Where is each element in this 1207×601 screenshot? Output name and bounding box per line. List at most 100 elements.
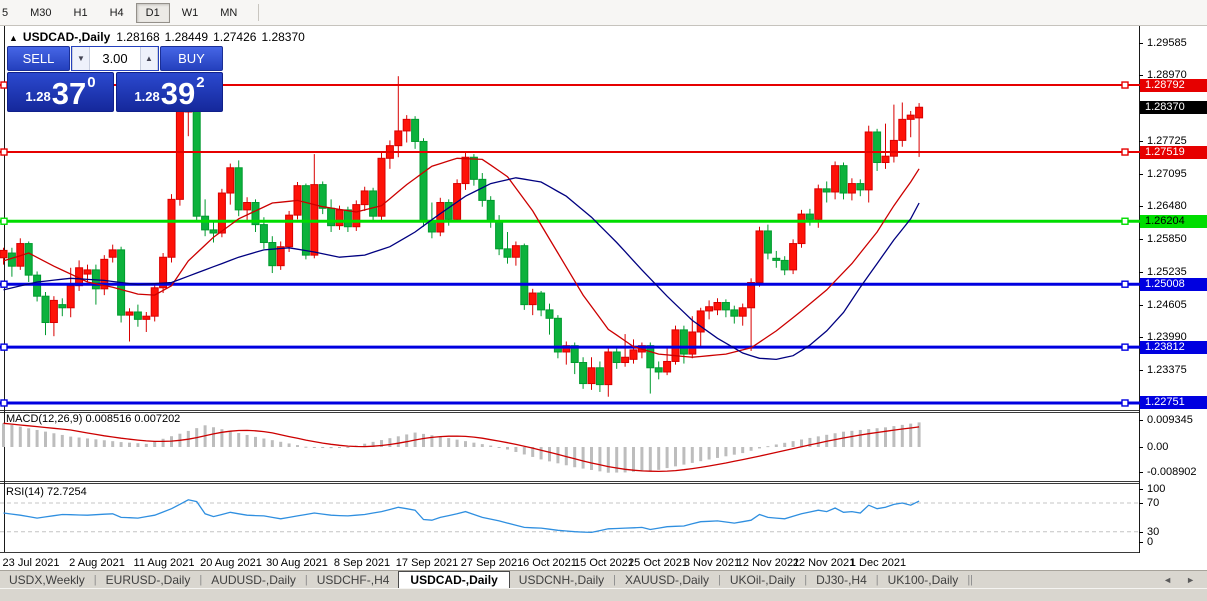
- chart-tab-xauusd[interactable]: XAUUSD-,Daily: [616, 572, 718, 589]
- chart-symbol-label: USDCAD-,Daily: [22, 30, 111, 44]
- price-tick-mark: [1139, 75, 1143, 77]
- price-tick-label: 1.29585: [1147, 36, 1187, 49]
- price-tick-mark: [1139, 369, 1143, 371]
- price-tick-mark: [1139, 206, 1143, 208]
- buy-price-big: 39: [160, 76, 196, 111]
- macd-tick-mark: [1139, 472, 1143, 474]
- price-tick-label: 1.25235: [1147, 265, 1187, 278]
- rsi-tick-mark: [1139, 531, 1143, 533]
- chart-tab-usdcnh[interactable]: USDCNH-,Daily: [510, 572, 613, 589]
- buy-button[interactable]: BUY: [160, 46, 223, 71]
- date-label: 15 Oct 2021: [574, 557, 634, 569]
- line-anchor-marker[interactable]: [0, 399, 8, 407]
- price-tick-label: 1.25850: [1147, 233, 1187, 246]
- sell-price-prefix: 1.28: [25, 89, 51, 104]
- price-tick-label: 1.26480: [1147, 200, 1187, 213]
- date-label: 30 Aug 2021: [266, 557, 328, 569]
- date-label: 17 Sep 2021: [395, 557, 459, 569]
- date-label: 22 Nov 2021: [792, 557, 856, 569]
- chart-tab-audusd[interactable]: AUDUSD-,Daily: [202, 572, 305, 589]
- line-anchor-marker[interactable]: [0, 148, 8, 156]
- date-label: 11 Aug 2021: [133, 557, 195, 569]
- price-line-badge: 1.26204: [1140, 214, 1207, 228]
- chart-tab-usdcad[interactable]: USDCAD-,Daily: [398, 571, 510, 589]
- date-label: 8 Sep 2021: [333, 557, 391, 569]
- macd-tick-label: 0.00: [1147, 440, 1169, 453]
- buy-price-sup: 2: [196, 74, 205, 91]
- price-tick-label: 1.24605: [1147, 298, 1187, 311]
- chart-tab-uk100[interactable]: UK100-,Daily: [879, 572, 968, 589]
- price-tick-mark: [1139, 140, 1143, 142]
- price-tick-mark: [1139, 304, 1143, 306]
- date-label: 1 Dec 2021: [849, 557, 907, 569]
- price-line-badge: 1.22751: [1140, 396, 1207, 410]
- chart-ohlc-readout: ▲ USDCAD-,Daily 1.28168 1.28449 1.27426 1.283…: [9, 30, 310, 44]
- macd-tick-mark: [1139, 419, 1143, 421]
- date-label: 25 Oct 2021: [628, 557, 688, 569]
- price-tick-mark: [1139, 337, 1143, 339]
- line-anchor-marker[interactable]: [1121, 399, 1129, 407]
- chart-tabs-bar: USDX,Weekly | EURUSD-,Daily | AUDUSD-,Daily |…: [0, 570, 1207, 589]
- rsi-tick-mark: [1139, 541, 1143, 543]
- chart-tab-dj30[interactable]: DJ30-,H4: [807, 572, 876, 589]
- line-anchor-marker[interactable]: [1121, 148, 1129, 156]
- macd-tick-mark: [1139, 446, 1143, 448]
- price-tick-label: 1.23375: [1147, 363, 1187, 376]
- scroll-left-icon[interactable]: ◄: [1163, 575, 1172, 585]
- lot-increase-icon[interactable]: ▲: [140, 47, 158, 70]
- line-anchor-marker[interactable]: [1121, 280, 1129, 288]
- rsi-tick-label: 0: [1147, 535, 1154, 548]
- line-anchor-marker[interactable]: [1121, 343, 1129, 351]
- status-bar: [0, 588, 1207, 601]
- ohlc-high: 1.28449: [164, 30, 209, 44]
- date-label: 2 Aug 2021: [69, 557, 125, 569]
- date-label: 6 Oct 2021: [523, 557, 577, 569]
- lot-size-value[interactable]: 3.00: [90, 47, 140, 70]
- price-tick-mark: [1139, 42, 1143, 44]
- price-line-badge: 1.28792: [1140, 78, 1207, 92]
- rsi-tick-mark: [1139, 502, 1143, 504]
- line-anchor-marker[interactable]: [0, 343, 8, 351]
- lot-size-spinner: ▼ 3.00 ▲: [71, 46, 159, 71]
- date-axis[interactable]: 23 Jul 2021 2 Aug 2021 11 Aug 2021 20 Aug 2…: [0, 553, 1140, 570]
- ohlc-low: 1.27426: [213, 30, 257, 44]
- mt4-window: 5 M30 H1 H4 D1 W1 MN ▲ USDCAD-,Daily 1.28168 1.28…: [0, 0, 1207, 601]
- line-anchor-marker[interactable]: [1121, 81, 1129, 89]
- rsi-tick-label: 100: [1147, 482, 1166, 495]
- sell-price-big: 37: [51, 76, 87, 111]
- price-line-badge: 1.23812: [1140, 340, 1207, 354]
- sell-price-sup: 0: [87, 74, 96, 91]
- rsi-label: RSI(14) 72.7254: [6, 486, 87, 498]
- macd-tick-label: -0.008902: [1147, 466, 1197, 479]
- buy-price-box[interactable]: 1.28 39 2: [116, 72, 223, 112]
- lot-decrease-icon[interactable]: ▼: [72, 47, 90, 70]
- chart-tab-usdx[interactable]: USDX,Weekly: [0, 572, 94, 589]
- line-anchor-marker[interactable]: [0, 280, 8, 288]
- price-line-badge: 1.25008: [1140, 277, 1207, 291]
- collapse-panel-icon[interactable]: ▲: [9, 33, 18, 43]
- one-click-trade-panel: SELL ▼ 3.00 ▲ BUY 1.28 37 0 1.28 39 2: [7, 46, 223, 112]
- ohlc-open: 1.28168: [116, 30, 160, 44]
- date-label: 3 Nov 2021: [683, 557, 741, 569]
- price-line-badge: 1.27519: [1140, 145, 1207, 159]
- scroll-right-icon[interactable]: ►: [1186, 575, 1195, 585]
- sell-button[interactable]: SELL: [7, 46, 70, 71]
- price-axis[interactable]: 1.29585 1.28970 1.27725 1.27095 1.26480 1.258…: [1139, 26, 1207, 553]
- macd-label: MACD(12,26,9) 0.008516 0.007202: [6, 413, 181, 425]
- chart-tab-ukoil[interactable]: UKOil-,Daily: [721, 572, 804, 589]
- price-tick-mark: [1139, 271, 1143, 273]
- date-label: 20 Aug 2021: [200, 557, 262, 569]
- chart-tab-eurusd[interactable]: EURUSD-,Daily: [97, 572, 200, 589]
- date-label: 12 Nov 2021: [736, 557, 800, 569]
- date-label: 27 Sep 2021: [460, 557, 524, 569]
- ohlc-close: 1.28370: [261, 30, 305, 44]
- sell-price-box[interactable]: 1.28 37 0: [7, 72, 114, 112]
- date-label: 23 Jul 2021: [2, 557, 60, 569]
- line-anchor-marker[interactable]: [0, 217, 8, 225]
- tab-scroll-arrows: ◄ ►: [1163, 575, 1195, 585]
- current-price-badge: 1.28370: [1140, 100, 1207, 114]
- rsi-tick-mark: [1139, 488, 1143, 490]
- chart-tab-usdchf[interactable]: USDCHF-,H4: [308, 572, 399, 589]
- line-anchor-marker[interactable]: [1121, 217, 1129, 225]
- price-tick-mark: [1139, 173, 1143, 175]
